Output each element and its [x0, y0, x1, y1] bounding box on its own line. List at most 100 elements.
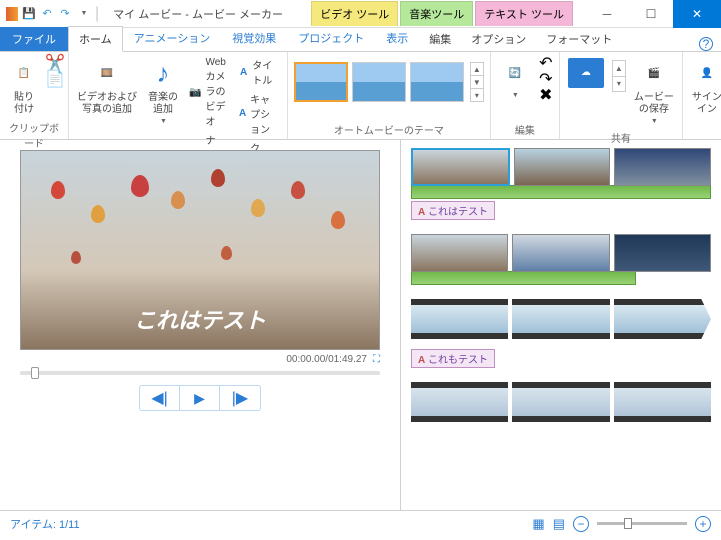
storyboard-row-2: [411, 234, 711, 285]
context-tab-text[interactable]: テキスト ツール: [475, 1, 573, 26]
clipboard-group: 📋 貼り 付け ✂️ 📄 クリップボード: [0, 52, 69, 139]
gallery-up-icon[interactable]: ▲: [471, 63, 483, 76]
visual-effects-tab[interactable]: 視覚効果: [221, 25, 287, 51]
storyboard-row-1: A これはテスト: [411, 148, 711, 220]
audio-track-2[interactable]: [411, 271, 636, 285]
zoom-thumb[interactable]: [624, 518, 632, 529]
seek-thumb[interactable]: [31, 367, 39, 379]
add-group: 🎞️ ビデオおよび 写真の追加 ♪ 音楽の 追加▼ 📷Web カメラのビデオ 🎤…: [69, 52, 288, 139]
add-music-button[interactable]: ♪ 音楽の 追加▼: [145, 56, 181, 128]
view-tab[interactable]: 表示: [375, 25, 419, 51]
seek-bar[interactable]: [20, 371, 380, 375]
storyboard-row-3: A これもテスト: [411, 299, 711, 368]
onedrive-button[interactable]: ☁: [566, 56, 606, 90]
clip-2[interactable]: [514, 148, 611, 186]
close-button[interactable]: ✕: [673, 0, 721, 28]
zoom-slider[interactable]: [597, 522, 687, 525]
rotate-right-icon[interactable]: ↷: [539, 72, 553, 86]
context-tab-video[interactable]: ビデオ ツール: [311, 1, 398, 26]
clip-4[interactable]: [411, 234, 508, 272]
undo-icon[interactable]: ↶: [40, 7, 54, 21]
clip-3[interactable]: [614, 148, 711, 186]
signin-group: 👤 サインイン: [683, 52, 721, 139]
save-movie-icon: 🎬: [638, 58, 670, 90]
item-count: アイテム: 1/11: [10, 516, 80, 532]
gallery-more-icon[interactable]: ▾: [471, 89, 483, 101]
redo-icon[interactable]: ↷: [58, 7, 72, 21]
window-title: マイ ムービー - ムービー メーカー: [113, 6, 283, 22]
paste-button[interactable]: 📋 貼り 付け: [6, 56, 42, 118]
copy-icon[interactable]: 📄: [48, 72, 62, 86]
playback-controls: ◀| ▶ |▶: [139, 385, 261, 411]
qat-dropdown-icon[interactable]: ▼: [77, 7, 91, 21]
clip-6[interactable]: [614, 234, 711, 272]
webcam-button[interactable]: 📷Web カメラのビデオ: [187, 56, 231, 129]
contextual-tabs: ビデオ ツール 音楽ツール テキスト ツール: [311, 1, 573, 26]
zoom-in-button[interactable]: +: [695, 516, 711, 532]
theme-thumb-2[interactable]: [352, 62, 406, 102]
zoom-out-button[interactable]: −: [573, 516, 589, 532]
preview-pane: これはテスト 00:00.00/01:49.27 ⛶ ◀| ▶ |▶: [0, 140, 400, 510]
share-group: ☁ ▲ ▾ 🎬 ムービー の保存▼ 共有: [560, 52, 683, 139]
save-movie-label: ムービー の保存: [634, 92, 674, 116]
clip-11[interactable]: [512, 382, 609, 422]
view-mode-2-icon[interactable]: ▤: [553, 516, 565, 532]
paste-icon: 📋: [8, 58, 40, 90]
edit-group: 🔄▼ ↶ ↷ ✖ 編集: [491, 52, 560, 139]
quick-access-toolbar: 💾 ↶ ↷ ▼ |: [0, 5, 105, 23]
view-mode-1-icon[interactable]: ▦: [532, 516, 544, 532]
cut-icon[interactable]: ✂️: [48, 56, 62, 70]
clip-8[interactable]: [512, 299, 609, 339]
theme-thumb-1[interactable]: [294, 62, 348, 102]
title-button[interactable]: Aタイトル: [237, 56, 281, 88]
edit-tab[interactable]: 編集: [419, 27, 461, 51]
video-photo-icon: 🎞️: [91, 58, 123, 90]
preview-frame[interactable]: これはテスト: [20, 150, 380, 350]
rotate-icon: 🔄: [499, 58, 531, 90]
music-icon: ♪: [147, 58, 179, 90]
minimize-button[interactable]: ─: [585, 0, 629, 28]
fullscreen-icon[interactable]: ⛶: [373, 354, 380, 365]
text-clip-1[interactable]: A これはテスト: [411, 201, 495, 220]
animation-tab[interactable]: アニメーション: [123, 25, 222, 51]
options-tab[interactable]: オプション: [461, 27, 536, 51]
add-music-label: 音楽の 追加: [148, 92, 178, 116]
clip-9[interactable]: [614, 299, 711, 339]
share-down-icon[interactable]: ▾: [613, 77, 625, 92]
share-up-icon[interactable]: ▲: [613, 61, 625, 77]
signin-icon: 👤: [691, 58, 721, 90]
save-movie-button[interactable]: 🎬 ムービー の保存▼: [632, 56, 676, 128]
delete-icon[interactable]: ✖: [539, 88, 553, 102]
clip-7[interactable]: [411, 299, 508, 339]
help-icon[interactable]: ?: [699, 37, 713, 51]
storyboard-row-4: [411, 382, 711, 422]
signin-label: サインイン: [691, 92, 721, 116]
add-video-photo-button[interactable]: 🎞️ ビデオおよび 写真の追加: [75, 56, 139, 118]
home-tab[interactable]: ホーム: [68, 26, 123, 52]
edit-group-label: 編集: [497, 122, 553, 137]
file-tab[interactable]: ファイル: [0, 27, 68, 51]
format-tab[interactable]: フォーマット: [536, 27, 622, 51]
clip-5[interactable]: [512, 234, 609, 272]
clip-1[interactable]: [411, 148, 510, 186]
text-clip-2[interactable]: A これもテスト: [411, 349, 495, 368]
rotate-button[interactable]: 🔄▼: [497, 56, 533, 102]
clip-10[interactable]: [411, 382, 508, 422]
clip-12[interactable]: [614, 382, 711, 422]
save-icon[interactable]: 💾: [22, 7, 36, 21]
next-frame-button[interactable]: |▶: [220, 386, 260, 410]
caption-button[interactable]: Aキャプション: [237, 90, 281, 137]
window-controls: ─ ☐ ✕: [585, 0, 721, 28]
rotate-left-icon[interactable]: ↶: [539, 56, 553, 70]
context-tab-music[interactable]: 音楽ツール: [400, 1, 473, 26]
prev-frame-button[interactable]: ◀|: [140, 386, 180, 410]
audio-track-1[interactable]: [411, 185, 711, 199]
share-gallery-nav: ▲ ▾: [612, 60, 626, 92]
theme-thumb-3[interactable]: [410, 62, 464, 102]
play-button[interactable]: ▶: [180, 386, 220, 410]
gallery-down-icon[interactable]: ▼: [471, 76, 483, 89]
time-display-row: 00:00.00/01:49.27 ⛶: [20, 354, 380, 365]
signin-button[interactable]: 👤 サインイン: [689, 56, 721, 118]
project-tab[interactable]: プロジェクト: [287, 25, 375, 51]
maximize-button[interactable]: ☐: [629, 0, 673, 28]
